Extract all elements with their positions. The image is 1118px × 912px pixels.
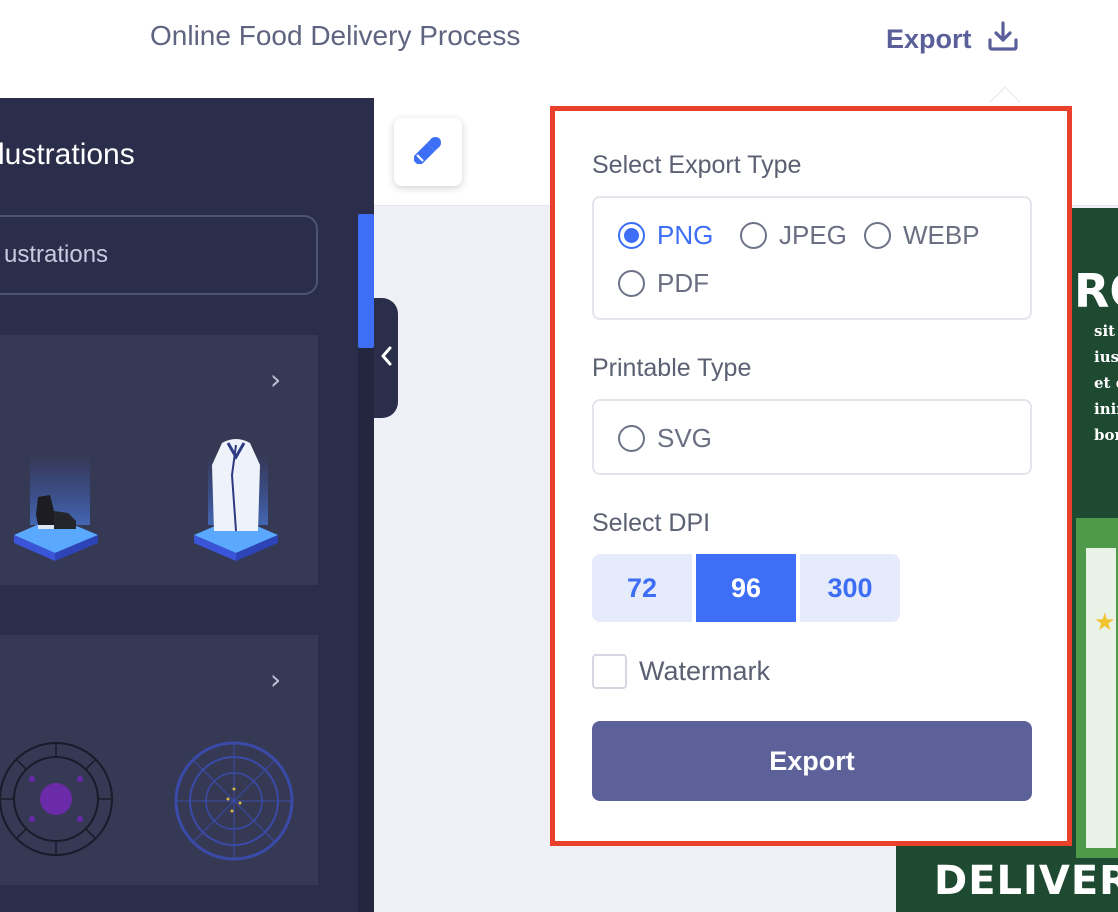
poster-text-line: inim v [1094,400,1118,418]
export-options-panel: Select Export Type PNG JPEG WEBP PDF Pri… [550,106,1072,846]
radio-circle[interactable] [618,270,645,297]
radio-png[interactable]: PNG [618,220,713,251]
poster-text-line: iusmo [1094,348,1118,366]
radio-jpeg-label: JPEG [779,220,847,250]
printable-type-group: SVG [592,399,1032,475]
sidebar-scrollbar[interactable] [358,214,374,912]
zodiac-wheel-illustration[interactable] [0,739,116,859]
chevron-right-icon[interactable]: › [270,663,281,696]
illustration-category-card[interactable]: › [0,635,318,885]
checkbox-box[interactable] [592,654,627,689]
eyedropper-button[interactable] [394,118,462,186]
sidebar-scrollbar-thumb[interactable] [358,214,374,348]
dpi-selector: 72 96 300 [592,554,900,622]
radio-circle[interactable] [618,222,645,249]
astrology-chart-illustration[interactable] [172,739,296,863]
poster-text-line: et do [1094,374,1118,392]
dpi-option-72[interactable]: 72 [592,554,692,622]
search-illustrations-input[interactable]: ustrations [0,215,318,295]
poster-light-band [1086,548,1116,848]
printable-type-heading: Printable Type [592,354,752,382]
chevron-right-icon[interactable]: › [270,363,281,396]
export-button[interactable]: Export [592,721,1032,801]
radio-webp[interactable]: WEBP [864,220,980,251]
top-bar: Online Food Delivery Process Export [0,0,1118,98]
radio-circle[interactable] [740,222,767,249]
watermark-label: Watermark [639,656,771,686]
document-title: Online Food Delivery Process [150,20,521,51]
dpi-option-300[interactable]: 300 [800,554,900,622]
chevron-left-icon [379,345,393,372]
export-type-group: PNG JPEG WEBP PDF [592,196,1032,320]
poster-delivery-text: DELIVERY [934,858,1118,904]
export-type-heading: Select Export Type [592,151,802,179]
poster-title: RO [1074,264,1118,318]
dpi-heading: Select DPI [592,509,711,537]
radio-circle[interactable] [864,222,891,249]
radio-pdf-label: PDF [657,268,709,298]
export-menu-button[interactable]: Export [886,18,1020,60]
star-icon: ★ [1094,609,1116,636]
poster-text-line: boris a [1094,426,1118,444]
collapse-sidebar-button[interactable] [374,298,398,418]
watermark-checkbox[interactable]: Watermark [592,654,770,689]
illustrations-sidebar: lustrations ustrations › › [0,98,374,912]
sneakers-illustration[interactable] [10,455,110,565]
poster-text-line: sit am [1094,322,1118,340]
eyedropper-icon [411,133,445,172]
radio-svg[interactable]: SVG [618,423,712,454]
dpi-option-96[interactable]: 96 [696,554,796,622]
radio-webp-label: WEBP [903,220,980,250]
radio-png-label: PNG [657,220,714,250]
download-icon [986,19,1020,60]
radio-circle[interactable] [618,425,645,452]
radio-svg-label: SVG [657,423,712,453]
sidebar-title: lustrations [0,138,135,171]
radio-jpeg[interactable]: JPEG [740,220,847,251]
illustration-category-card[interactable]: › [0,335,318,585]
lab-coat-illustration[interactable] [188,435,288,565]
radio-pdf[interactable]: PDF [618,268,709,299]
export-menu-label: Export [886,23,972,54]
search-placeholder: ustrations [4,241,109,268]
